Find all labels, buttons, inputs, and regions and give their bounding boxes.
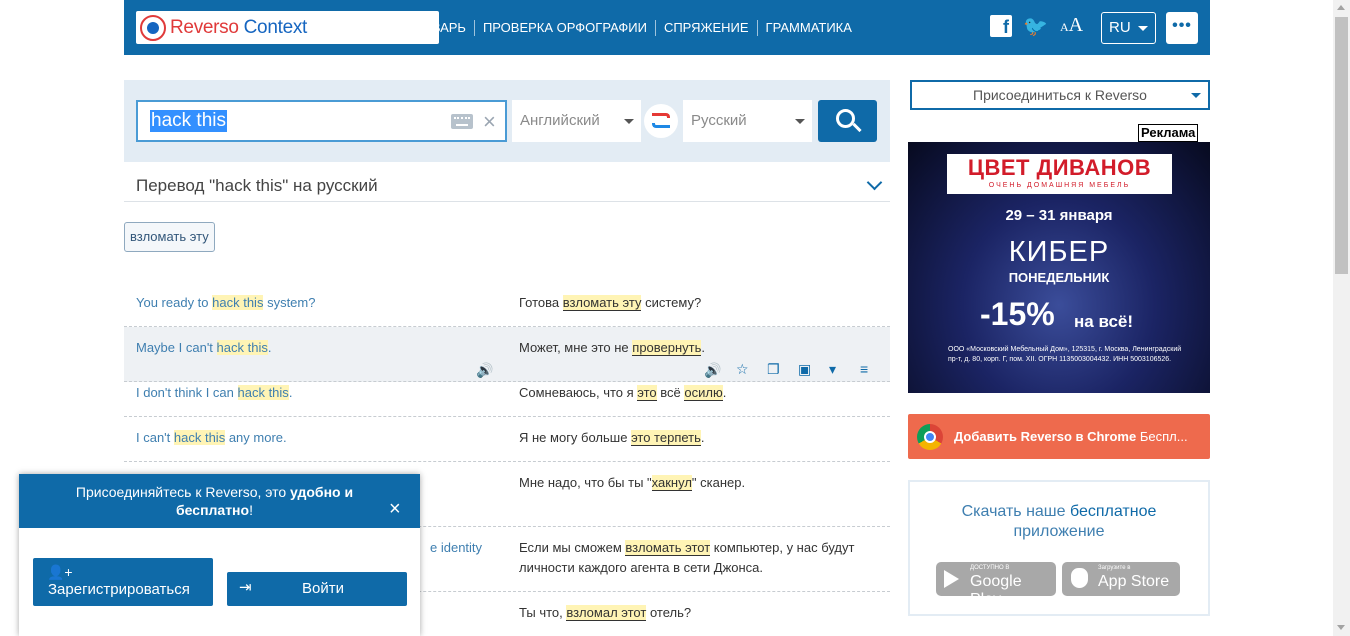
scroll-down-icon[interactable] [1337,625,1345,630]
apple-icon [1071,568,1088,588]
logo-text: Reverso Context [170,16,308,38]
join-popup-message: Присоединяйтесь к Reverso, это удобно и … [19,474,420,528]
nav-grammar[interactable]: ГРАММАТИКА [756,19,860,36]
ad-headline: КИБЕР [1008,236,1110,268]
wrap-icon[interactable]: ≡ [860,361,868,377]
save-icon[interactable]: ▣ [798,361,811,378]
example-row[interactable]: I don't think I can hack this. Сомневаюс… [124,382,890,417]
add-user-icon: 👤+ [47,564,73,580]
app-download-box: Скачать наше бесплатное приложение ДОСТУП… [908,480,1210,616]
example-source: I can't hack this any more. [136,430,287,445]
facebook-icon[interactable]: f [990,15,1012,37]
reverso-logo-icon [140,14,166,41]
ad-discount: -15% [980,296,1055,332]
add-to-chrome-label: Добавить Reverso в Chrome Беспл... [954,429,1188,444]
search-query-text: hack this [150,110,227,132]
example-target: Сомневаюсь, что я это всё осилю. [519,385,727,401]
close-icon[interactable]: × [389,498,401,521]
nav-conjugation[interactable]: СПРЯЖЕНИЕ [654,19,757,36]
clear-icon[interactable]: × [483,109,496,135]
example-target: Готова взломать эту систему? [519,295,702,311]
nav-dictionary[interactable]: СЛОВАРЬ [395,19,474,36]
divider [124,201,890,202]
example-target: Мне надо, что бы ты "хакнул" сканер. [519,475,746,491]
ad-dates: 29 – 31 января [1005,207,1113,224]
example-target: Может, мне это не провернуть. [519,340,706,356]
example-source: I don't think I can hack this. [136,385,293,400]
example-row[interactable]: I can't hack this any more. Я не могу бо… [124,417,890,462]
ui-language-select[interactable]: RU [1101,12,1156,44]
nav-spellcheck[interactable]: ПРОВЕРКА ОРФОГРАФИИ [473,19,655,36]
twitter-icon[interactable]: 🐦 [1023,14,1048,38]
search-button[interactable] [818,100,877,142]
keyboard-icon[interactable] [451,114,473,129]
nav-translation[interactable]: ПЕРЕВОД [319,20,395,36]
speaker-icon[interactable]: 🔊 [704,362,721,379]
page-scrollbar[interactable] [1333,0,1350,636]
login-button[interactable]: ⇥ Войти [227,572,407,606]
ad-fine-print: ООО «Московский Мебельный Дом», 125315, … [948,346,1182,363]
register-button[interactable]: 👤+ Зарегистрироваться [33,558,213,606]
ad-label: Реклама [1138,124,1199,142]
translation-title: Перевод "hack this" на русский [136,176,378,195]
main-nav: ПЕРЕВОД СЛОВАРЬ ПРОВЕРКА ОРФОГРАФИИ СПРЯ… [319,0,860,55]
example-target: Если мы сможем взломать этот компьютер, … [519,540,855,575]
login-icon: ⇥ [239,579,252,596]
example-source: Maybe I can't hack this. [136,340,272,355]
join-reverso-button[interactable]: Присоединиться к Reverso [910,80,1210,110]
translation-chip[interactable]: взломать эту [124,222,215,252]
advertisement-banner[interactable]: ЦВЕТ ДИВАНОВ ОЧЕНЬ ДОМАШНЯЯ МЕБЕЛЬ 29 – … [908,142,1210,393]
top-header: Reverso Context ПЕРЕВОД СЛОВАРЬ ПРОВЕРКА… [124,0,1210,55]
ad-subheadline: ПОНЕДЕЛЬНИК [1008,270,1110,285]
speaker-icon[interactable]: 🔊 [476,362,493,379]
copy-icon[interactable]: ❐ [767,361,780,378]
scroll-up-icon[interactable] [1337,5,1345,10]
app-store-button[interactable]: Загрузите в App Store [1062,562,1180,596]
scrollbar-thumb[interactable] [1335,17,1348,274]
target-language-select[interactable]: Русский [683,100,812,142]
example-source: e identity [430,540,483,555]
example-target: Ты что, взломал этот отель? [519,605,692,621]
example-row[interactable]: You ready to hack this system? Готова вз… [124,282,890,327]
example-row[interactable]: Maybe I can't hack this. Может, мне это … [124,327,890,382]
example-target: Я не могу больше это терпеть. [519,430,705,446]
join-popup: Присоединяйтесь к Reverso, это удобно и … [19,474,420,636]
google-play-button[interactable]: ДОСТУПНО В Google Play [936,562,1056,608]
chevron-down-icon[interactable] [866,174,883,191]
swap-languages-icon[interactable] [644,104,678,138]
chrome-icon [917,424,943,450]
thumbs-down-icon[interactable]: ▾ [829,361,836,378]
google-play-icon [944,570,959,588]
more-menu-button[interactable]: ••• [1166,12,1198,44]
font-size-icon[interactable]: AA [1060,14,1083,37]
search-panel: hack this × Английский Русский [124,80,890,162]
add-to-chrome-button[interactable]: Добавить Reverso в Chrome Беспл... [908,414,1210,459]
ad-discount-scope: на всё! [1074,312,1134,331]
source-language-select[interactable]: Английский [512,100,641,142]
search-input[interactable]: hack this × [136,100,507,142]
app-download-title: Скачать наше бесплатное приложение [961,503,1157,540]
ad-brand-logo: ЦВЕТ ДИВАНОВ ОЧЕНЬ ДОМАШНЯЯ МЕБЕЛЬ [947,154,1172,194]
star-icon[interactable]: ☆ [736,361,749,378]
example-source: You ready to hack this system? [136,295,316,310]
